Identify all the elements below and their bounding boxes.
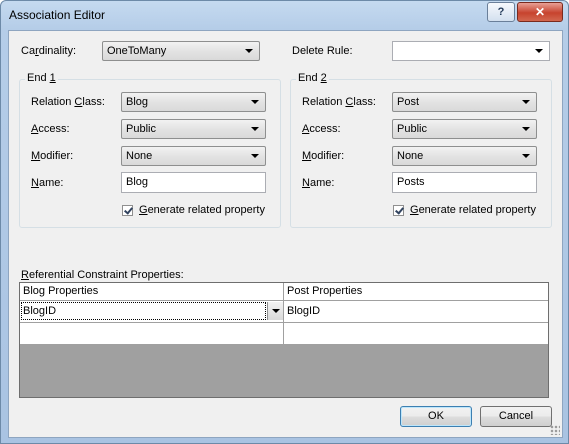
end1-relation-class-label: Relation Class:	[31, 96, 105, 108]
delete-rule-select[interactable]	[392, 41, 550, 61]
end1-name-label: Name:	[31, 177, 64, 189]
end2-generate-checkbox[interactable]	[393, 205, 404, 216]
end2-access-label: Access:	[302, 123, 341, 135]
end1-modifier-value: None	[126, 150, 153, 162]
cell-focus-rect	[21, 302, 266, 320]
end1-relation-class-select[interactable]: Blog	[121, 92, 266, 112]
end1-access-label: Access:	[31, 123, 70, 135]
end1-name-input[interactable]: Blog	[121, 172, 266, 193]
chevron-down-icon	[251, 100, 259, 104]
chevron-down-icon	[535, 49, 543, 53]
title-bar[interactable]: Association Editor ? ✕	[1, 1, 568, 31]
chevron-down-icon	[522, 100, 530, 104]
chevron-down-icon	[251, 127, 259, 131]
referential-constraint-label: Referential Constraint Properties:	[21, 269, 184, 281]
close-button[interactable]: ✕	[517, 2, 563, 22]
cardinality-label: Cardinality:	[21, 45, 77, 57]
end2-modifier-select[interactable]: None	[392, 146, 537, 166]
table-cell-blog-property[interactable]: BlogID	[20, 301, 284, 323]
end2-relation-class-value: Post	[397, 96, 420, 108]
association-editor-window: Association Editor ? ✕ Cardinality: OneT…	[0, 0, 569, 444]
end2-name-label: Name:	[302, 177, 335, 189]
help-icon: ?	[497, 6, 505, 18]
dialog-client-area: Cardinality: OneToMany Delete Rule: End …	[8, 30, 563, 438]
end1-relation-class-value: Blog	[126, 96, 149, 108]
table-cell-post-property[interactable]: BlogID	[284, 301, 548, 323]
close-icon: ✕	[534, 5, 546, 19]
end1-modifier-label: Modifier:	[31, 150, 74, 162]
chevron-down-icon[interactable]	[267, 302, 283, 320]
end2-access-value: Public	[397, 123, 427, 135]
delete-rule-label: Delete Rule:	[292, 45, 353, 57]
end2-relation-class-select[interactable]: Post	[392, 92, 537, 112]
cancel-button[interactable]: Cancel	[480, 406, 552, 427]
cardinality-select[interactable]: OneToMany	[102, 41, 260, 61]
end1-modifier-select[interactable]: None	[121, 146, 266, 166]
end2-modifier-value: None	[397, 150, 424, 162]
column-header-blog-properties[interactable]: Blog Properties	[20, 283, 284, 301]
end2-name-value: Posts	[397, 176, 425, 188]
cardinality-value: OneToMany	[107, 45, 167, 57]
chevron-down-icon	[245, 49, 253, 53]
end2-relation-class-label: Relation Class:	[302, 96, 376, 108]
end2-name-input[interactable]: Posts	[392, 172, 537, 193]
end1-name-value: Blog	[126, 176, 149, 188]
end1-access-select[interactable]: Public	[121, 119, 266, 139]
table-cell-blog-property-new[interactable]	[20, 323, 284, 345]
resize-grip-icon[interactable]	[550, 425, 560, 435]
ok-button[interactable]: OK	[400, 406, 472, 427]
chevron-down-icon	[522, 127, 530, 131]
end1-generate-label: Generate related property	[139, 204, 265, 216]
help-button[interactable]: ?	[487, 2, 515, 22]
column-header-label: Post Properties	[287, 285, 363, 297]
table-cell-post-property-new[interactable]	[284, 323, 548, 345]
column-header-post-properties[interactable]: Post Properties	[284, 283, 548, 301]
end1-access-value: Public	[126, 123, 156, 135]
cell-value: BlogID	[287, 305, 321, 317]
end2-title: End 2	[296, 72, 329, 84]
window-title: Association Editor	[9, 8, 106, 22]
end2-modifier-label: Modifier:	[302, 150, 345, 162]
end1-title: End 1	[25, 72, 58, 84]
referential-constraint-grid[interactable]: Blog Properties Post Properties BlogID B…	[19, 282, 549, 398]
chevron-down-icon	[522, 154, 530, 158]
end2-generate-label: Generate related property	[410, 204, 536, 216]
end1-generate-checkbox[interactable]	[122, 205, 133, 216]
end2-access-select[interactable]: Public	[392, 119, 537, 139]
column-header-label: Blog Properties	[23, 285, 99, 297]
chevron-down-icon	[251, 154, 259, 158]
